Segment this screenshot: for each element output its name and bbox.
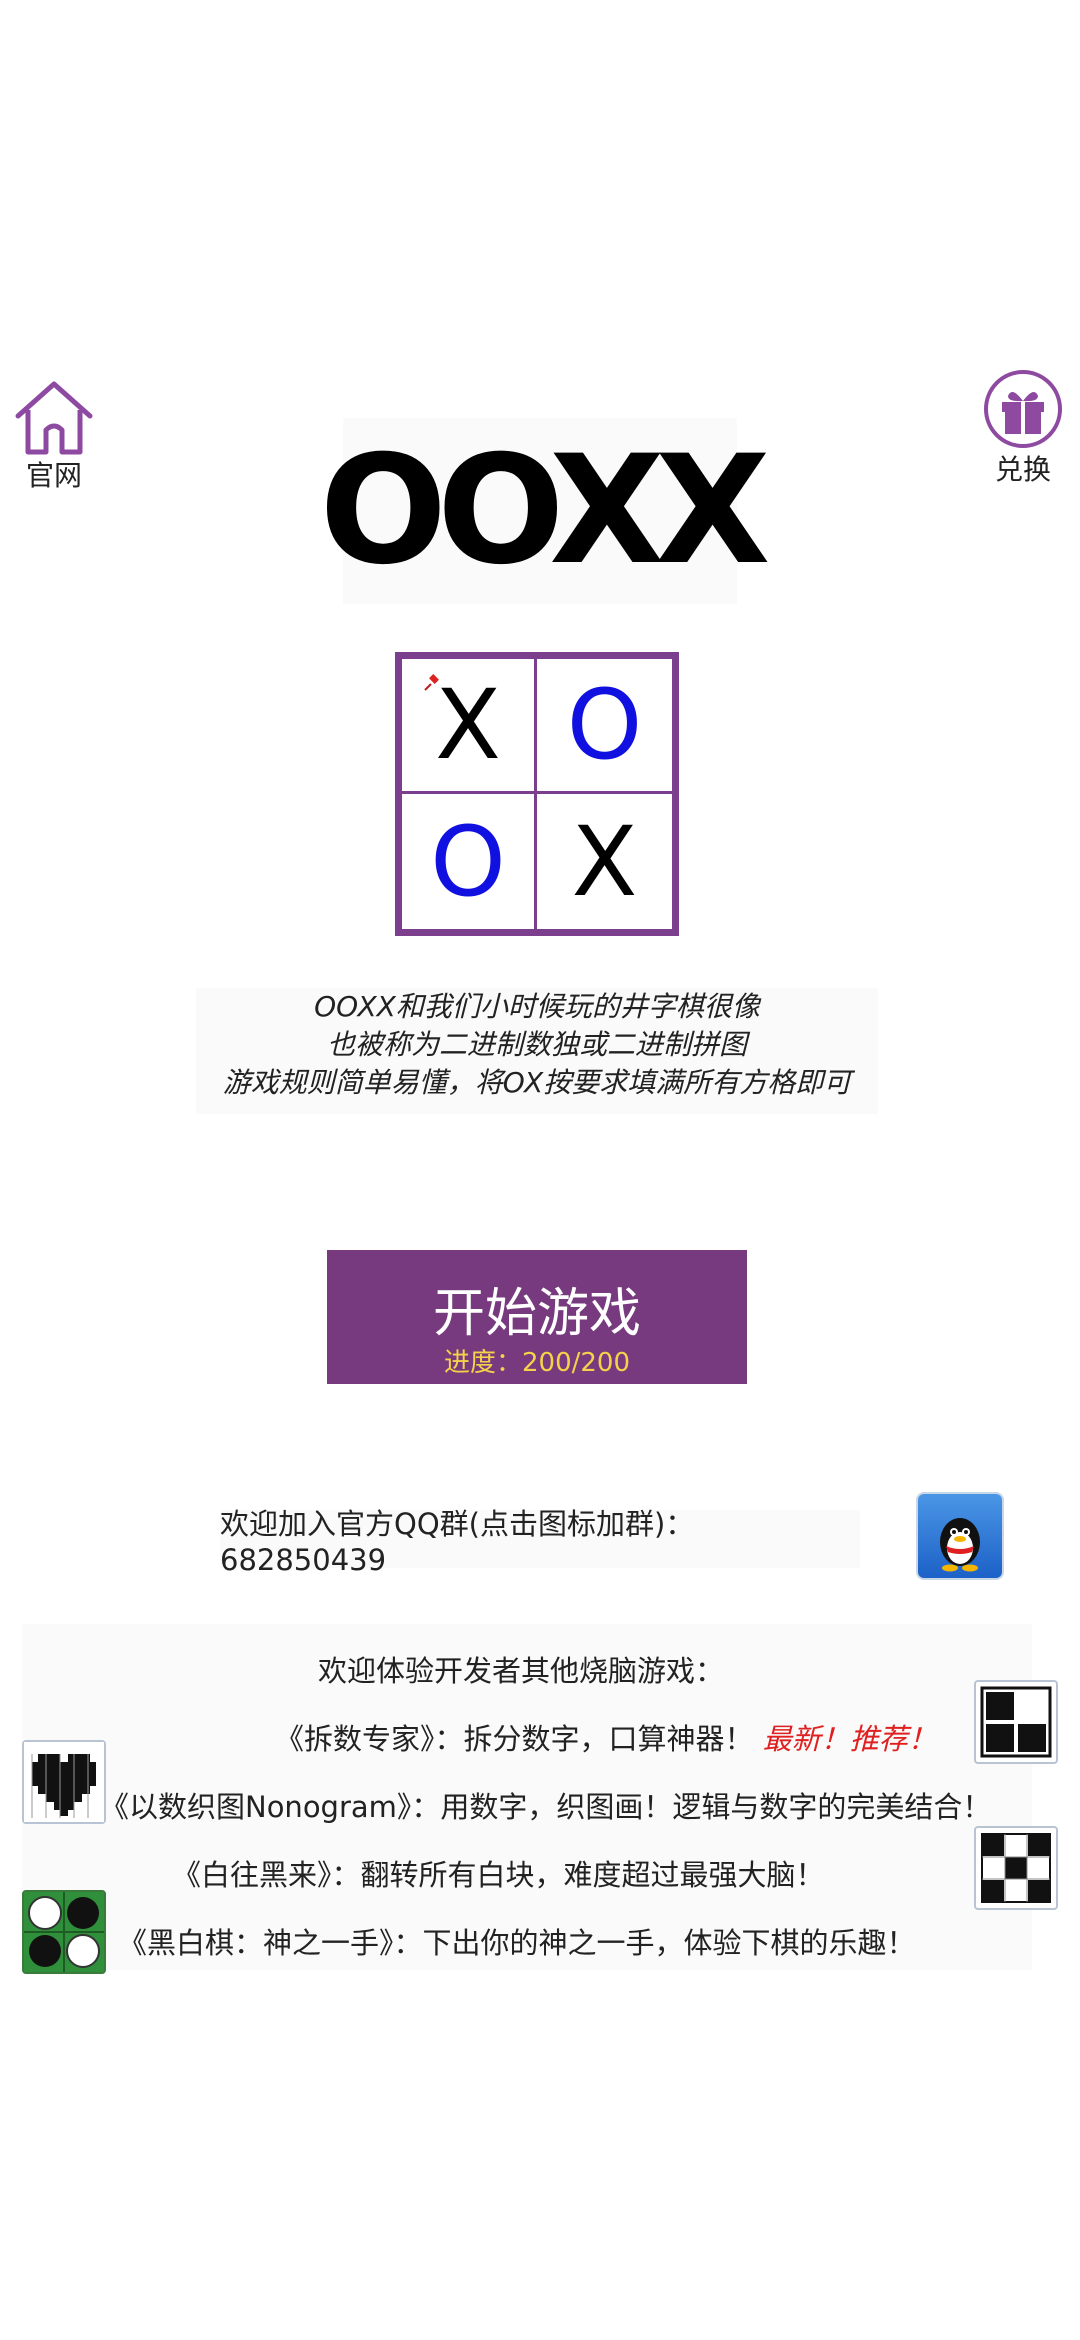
home-button[interactable]: 官网 xyxy=(12,378,96,494)
progress-text: 进度：200/200 xyxy=(443,1348,630,1378)
game-title: OOXX xyxy=(319,424,771,598)
cell-mark: O xyxy=(430,805,506,918)
pin-icon xyxy=(424,674,439,691)
board-cell: O xyxy=(402,794,537,929)
board-cell: O xyxy=(537,659,672,794)
game-description: 《白往黑来》：翻转所有白块，难度超过最强大脑！ xyxy=(172,1858,825,1892)
redeem-label: 兑换 xyxy=(994,453,1051,486)
game-description: 《拆数专家》：拆分数字，口算神器！ xyxy=(275,1722,754,1756)
qq-penguin-icon[interactable] xyxy=(918,1494,1002,1578)
qq-group-text: 欢迎加入官方QQ群(点击图标加群)：682850439 xyxy=(220,1507,860,1577)
new-recommend-tag: 最新！推荐！ xyxy=(762,1722,937,1756)
redeem-button[interactable]: 兑换 xyxy=(982,368,1064,488)
description-line: 游戏规则简单易懂，将OX按要求填满所有方格即可 xyxy=(222,1066,852,1099)
othello-icon[interactable] xyxy=(22,1890,106,1974)
description-line: OOXX和我们小时候玩的井字棋很像 xyxy=(314,990,760,1023)
board-cell: X xyxy=(537,794,672,929)
game-link-chaishu[interactable]: 《拆数专家》：拆分数字，口算神器！ 最新！推荐！ xyxy=(275,1716,937,1758)
cell-mark: X xyxy=(435,669,501,781)
start-game-label: 开始游戏 xyxy=(432,1284,641,1344)
description-line: 也被称为二进制数独或二进制拼图 xyxy=(326,1028,747,1061)
title-banner: OOXX xyxy=(320,418,770,604)
board-cell: X xyxy=(402,659,537,794)
start-game-button[interactable]: 开始游戏 进度：200/200 xyxy=(327,1250,747,1384)
game-description: OOXX和我们小时候玩的井字棋很像 也被称为二进制数独或二进制拼图 游戏规则简单… xyxy=(196,988,878,1114)
nonogram-heart-icon[interactable] xyxy=(22,1740,106,1824)
game-link-flip[interactable]: 《白往黑来》：翻转所有白块，难度超过最强大脑！ xyxy=(172,1852,825,1894)
game-link-othello[interactable]: 《黑白棋：神之一手》：下出你的神之一手，体验下棋的乐趣！ xyxy=(118,1920,916,1962)
other-games-section: 欢迎体验开发者其他烧脑游戏： 《拆数专家》：拆分数字，口算神器！ 最新！推荐！ … xyxy=(22,1624,1032,1970)
cell-mark: O xyxy=(566,669,643,781)
game-description: 《以数织图Nonogram》：用数字，织图画！逻辑与数字的完美结合！ xyxy=(100,1790,992,1824)
chaishu-game-icon[interactable] xyxy=(974,1680,1058,1764)
ooxx-board: X O O X xyxy=(395,652,679,936)
other-games-heading: 欢迎体验开发者其他烧脑游戏： xyxy=(318,1654,725,1688)
game-description: 《黑白棋：神之一手》：下出你的神之一手，体验下棋的乐趣！ xyxy=(118,1926,916,1960)
game-link-nonogram[interactable]: 《以数织图Nonogram》：用数字，织图画！逻辑与数字的完美结合！ xyxy=(100,1784,991,1826)
gift-icon xyxy=(984,370,1062,448)
flip-blocks-icon[interactable] xyxy=(974,1826,1058,1910)
home-label: 官网 xyxy=(25,459,82,492)
cell-mark: X xyxy=(571,805,638,918)
home-icon xyxy=(15,381,93,455)
